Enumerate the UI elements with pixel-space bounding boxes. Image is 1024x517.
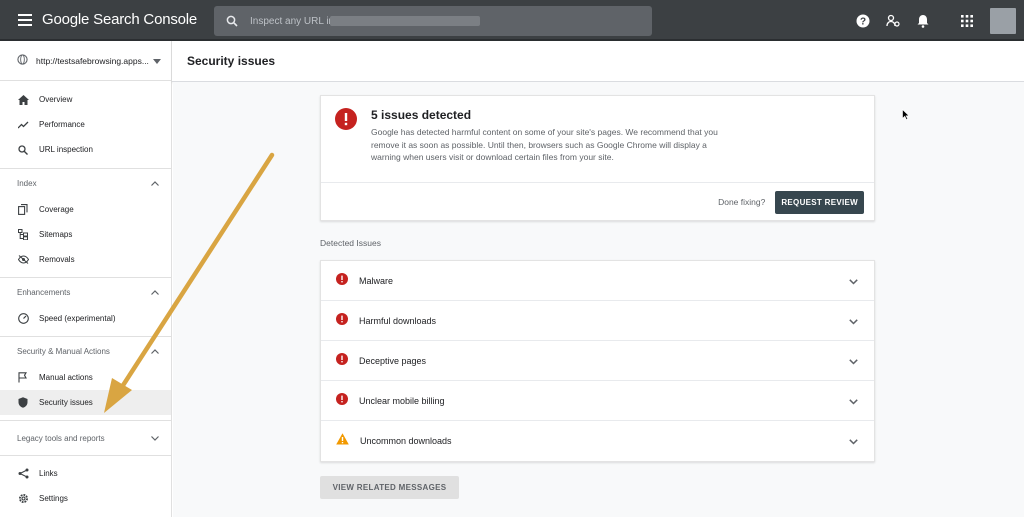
error-icon — [336, 272, 348, 290]
property-url: http://testsafebrowsing.apps... — [36, 55, 149, 66]
chevron-up-icon — [151, 347, 159, 356]
notifications-icon[interactable] — [908, 6, 938, 36]
view-related-messages-button[interactable]: VIEW RELATED MESSAGES — [320, 476, 459, 499]
home-icon — [17, 94, 29, 106]
sidebar-item-sitemaps[interactable]: Sitemaps — [0, 222, 171, 247]
warning-icon — [336, 432, 349, 450]
mouse-cursor-icon — [902, 107, 910, 125]
trending-up-icon — [17, 119, 29, 131]
issue-label: Malware — [359, 275, 394, 286]
manage-users-icon[interactable] — [878, 6, 908, 36]
sidebar-item-label: Links — [39, 469, 58, 478]
issue-label: Uncommon downloads — [360, 436, 452, 446]
sidebar-item-label: Security issues — [39, 398, 93, 407]
sidebar-item-removals[interactable]: Removals — [0, 247, 171, 272]
chevron-down-icon[interactable] — [849, 392, 858, 410]
request-review-button[interactable]: REQUEST REVIEW — [775, 190, 864, 214]
page-header: Security issues — [172, 41, 1024, 82]
issues-count-title: 5 issues detected — [371, 108, 472, 122]
section-security-manual-actions[interactable]: Security & Manual Actions — [0, 337, 171, 365]
chevron-down-icon[interactable] — [849, 352, 858, 370]
section-legacy-tools[interactable]: Legacy tools and reports — [0, 421, 171, 455]
chevron-up-icon — [151, 179, 159, 188]
chevron-down-icon[interactable] — [849, 272, 858, 290]
error-icon — [336, 392, 348, 410]
issues-detected-card: 5 issues detected Google has detected ha… — [320, 95, 875, 221]
menu-icon[interactable] — [14, 9, 36, 31]
issues-list: Malware Harmful downloads Deceptive page… — [320, 260, 875, 462]
section-index[interactable]: Index — [0, 169, 171, 197]
sidebar: http://testsafebrowsing.apps... Overview… — [0, 41, 172, 517]
issue-label: Harmful downloads — [359, 315, 437, 326]
redacted-property-text — [330, 16, 480, 26]
sidebar-item-label: Removals — [39, 255, 75, 264]
sidebar-item-label: Settings — [39, 494, 68, 503]
issues-description: Google has detected harmful content on s… — [371, 127, 718, 162]
svg-text:?: ? — [860, 16, 866, 27]
sidebar-item-overview[interactable]: Overview — [0, 87, 171, 112]
card-body: 5 issues detected Google has detected ha… — [321, 96, 874, 183]
search-input[interactable] — [250, 15, 330, 27]
gear-icon — [17, 493, 29, 505]
issue-row-uncommon-downloads[interactable]: Uncommon downloads — [321, 421, 874, 461]
flag-icon — [17, 372, 29, 384]
sidebar-item-url-inspection[interactable]: URL inspection — [0, 137, 171, 162]
issue-label: Deceptive pages — [359, 355, 427, 366]
chevron-down-icon — [151, 434, 159, 443]
chevron-down-icon[interactable] — [849, 312, 858, 330]
top-app-bar: Google Search Console ? — [0, 0, 1024, 41]
sidebar-item-label: Performance — [39, 120, 85, 129]
sidebar-item-security-issues[interactable]: Security issues — [0, 390, 171, 415]
section-enhancements[interactable]: Enhancements — [0, 278, 171, 306]
page-title: Security issues — [187, 54, 276, 68]
issue-label: Unclear mobile billing — [359, 395, 445, 406]
speedometer-icon — [17, 313, 29, 325]
property-selector[interactable]: http://testsafebrowsing.apps... — [0, 41, 171, 81]
issue-row-harmful-downloads[interactable]: Harmful downloads — [321, 301, 874, 341]
error-icon — [336, 352, 348, 370]
done-fixing-text: Done fixing? — [718, 197, 766, 207]
section-title: Legacy tools and reports — [17, 433, 105, 443]
url-inspect-search[interactable] — [214, 6, 652, 36]
app-title[interactable]: Google Search Console — [42, 11, 197, 28]
sidebar-item-label: Sitemaps — [39, 230, 73, 239]
sidebar-item-performance[interactable]: Performance — [0, 112, 171, 137]
sidebar-item-label: Coverage — [39, 205, 74, 214]
sidebar-item-settings[interactable]: Settings — [0, 486, 171, 511]
chevron-up-icon — [151, 288, 159, 297]
sidebar-item-coverage[interactable]: Coverage — [0, 197, 171, 222]
issue-row-malware[interactable]: Malware — [321, 261, 874, 301]
sidebar-item-label: Overview — [39, 95, 73, 104]
issue-row-unclear-mobile-billing[interactable]: Unclear mobile billing — [321, 381, 874, 421]
sidebar-item-speed[interactable]: Speed (experimental) — [0, 306, 171, 331]
card-actions: Done fixing? REQUEST REVIEW — [321, 183, 874, 221]
error-icon — [335, 108, 357, 182]
shield-icon — [17, 397, 29, 409]
help-icon[interactable]: ? — [848, 6, 878, 36]
eye-off-icon — [17, 254, 29, 266]
links-icon — [17, 468, 29, 480]
sidebar-item-label: Speed (experimental) — [39, 314, 116, 323]
chevron-down-icon[interactable] — [849, 432, 858, 450]
section-title: Enhancements — [17, 287, 71, 297]
sidebar-item-links[interactable]: Links — [0, 461, 171, 486]
issue-row-deceptive-pages[interactable]: Deceptive pages — [321, 341, 874, 381]
search-icon — [214, 15, 250, 27]
top-actions: ? — [848, 0, 1024, 41]
account-avatar[interactable] — [990, 7, 1016, 34]
caret-down-icon — [153, 56, 161, 66]
sidebar-item-label: URL inspection — [39, 145, 93, 154]
apps-grid-icon[interactable] — [952, 6, 982, 36]
sidebar-item-manual-actions[interactable]: Manual actions — [0, 365, 171, 390]
globe-icon — [17, 54, 28, 67]
sitemap-icon — [17, 229, 29, 241]
search-icon — [17, 144, 29, 156]
section-title: Security & Manual Actions — [17, 346, 110, 356]
error-icon — [336, 312, 348, 330]
sidebar-item-label: Manual actions — [39, 373, 93, 382]
section-title: Index — [17, 178, 37, 188]
copy-icon — [17, 204, 29, 216]
detected-issues-label: Detected Issues — [320, 238, 381, 248]
